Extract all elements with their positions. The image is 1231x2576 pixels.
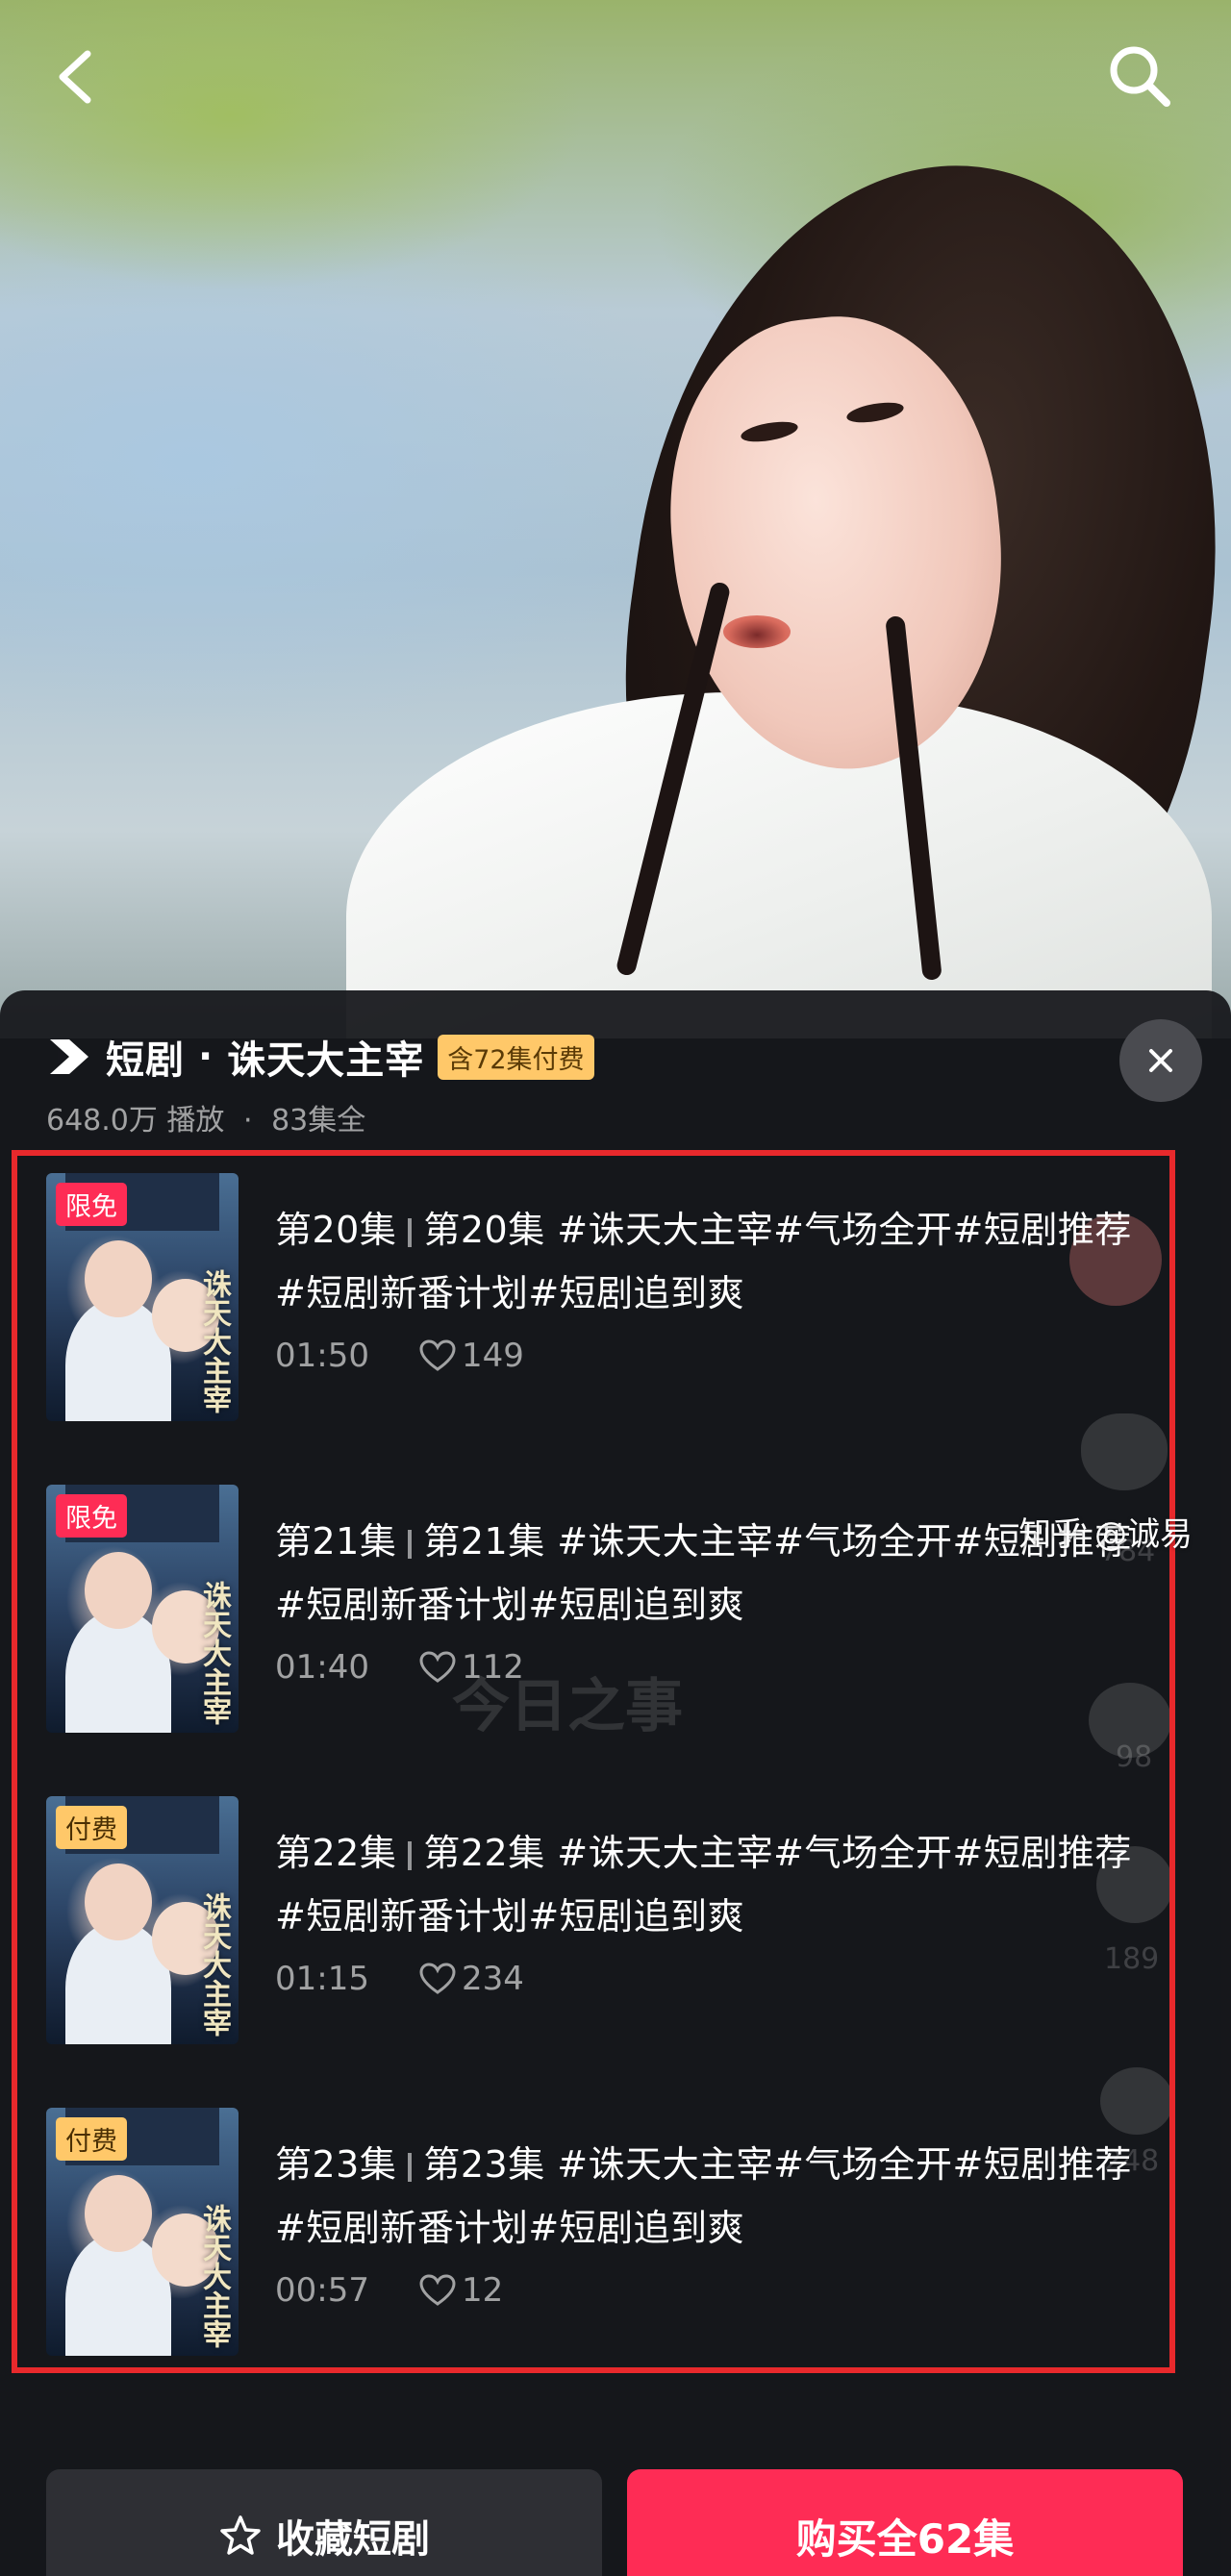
back-button[interactable] — [37, 38, 113, 115]
thumbnail-calligraphy: 诛天大主宰 — [197, 1581, 231, 1725]
star-icon — [220, 2515, 261, 2555]
episode-label: 第22集 — [275, 1832, 397, 1874]
episode-info: 第22集 第22集 #诛天大主宰#气场全开#短剧推荐#短剧新番计划#短剧追到爽 0… — [275, 1796, 1162, 2108]
series-title[interactable]: 诛天大主宰 — [227, 1029, 424, 1085]
thumbnail-figure — [85, 1240, 152, 1317]
episode-label: 第23集 — [275, 2143, 397, 2186]
brand-label: 短剧 — [106, 1038, 185, 1083]
free-badge: 限免 — [56, 1183, 127, 1226]
app-screen: 784 98 189 248 今日之事 短剧 · 诛天大主宰 含72集付费 64… — [0, 0, 1231, 2576]
search-icon — [1110, 46, 1170, 107]
episode-label: 第21集 — [275, 1520, 397, 1563]
episode-info: 第20集 第20集 #诛天大主宰#气场全开#短剧推荐#短剧新番计划#短剧追到爽 0… — [275, 1173, 1162, 1485]
episode-title-text: 第23集 #诛天大主宰#气场全开#短剧推荐#短剧新番计划#短剧追到爽 — [275, 2143, 1132, 2249]
episode-list: 诛天大主宰 限免 第20集 第20集 #诛天大主宰#气场全开#短剧推荐#短剧新番计… — [46, 1173, 1162, 2419]
thumbnail-figure — [85, 1552, 152, 1629]
paid-episodes-badge: 含72集付费 — [438, 1034, 594, 1080]
paid-badge: 付费 — [56, 2117, 127, 2161]
episode-stats: 01:15 234 — [275, 1960, 1162, 1998]
episode-title: 第22集 第22集 #诛天大主宰#气场全开#短剧推荐#短剧新番计划#短剧追到爽 — [275, 1821, 1162, 1948]
chevron-left-icon — [59, 50, 91, 104]
episode-duration: 01:50 — [275, 1337, 369, 1375]
episode-thumbnail: 诛天大主宰 限免 — [46, 1485, 239, 1733]
episode-thumbnail: 诛天大主宰 限免 — [46, 1173, 239, 1421]
episode-thumbnail: 诛天大主宰 付费 — [46, 1796, 239, 2044]
episode-duration: 01:40 — [275, 1648, 369, 1687]
favorite-label: 收藏短剧 — [276, 2517, 430, 2562]
title-divider — [408, 2152, 413, 2182]
like-count: 234 — [462, 1960, 524, 1998]
episode-likes: 112 — [419, 1648, 524, 1687]
paid-badge: 付费 — [56, 1806, 127, 1849]
episode-likes: 149 — [419, 1337, 524, 1375]
play-count: 648.0万 播放 — [46, 1104, 225, 1138]
episode-title-text: 第22集 #诛天大主宰#气场全开#短剧推荐#短剧新番计划#短剧追到爽 — [275, 1832, 1132, 1938]
like-count: 12 — [462, 2271, 504, 2310]
series-meta: 648.0万 播放 · 83集全 — [46, 1096, 1185, 1138]
episode-duration: 00:57 — [275, 2271, 369, 2310]
thumbnail-calligraphy: 诛天大主宰 — [197, 1269, 231, 1413]
episode-title: 第23集 第23集 #诛天大主宰#气场全开#短剧推荐#短剧新番计划#短剧追到爽 — [275, 2133, 1162, 2260]
heart-icon — [419, 2274, 456, 2306]
thumbnail-calligraphy: 诛天大主宰 — [197, 1892, 231, 2037]
episode-likes: 234 — [419, 1960, 524, 1998]
short-drama-logo-icon — [50, 1039, 88, 1074]
heart-icon — [419, 1651, 456, 1683]
search-button[interactable] — [1102, 38, 1179, 115]
sheet-footer: 收藏短剧 购买全62集 — [0, 2438, 1231, 2576]
heart-icon — [419, 1963, 456, 1994]
episode-item[interactable]: 诛天大主宰 限免 第21集 第21集 #诛天大主宰#气场全开#短剧推荐#短剧新番计… — [46, 1485, 1162, 1796]
like-count: 112 — [462, 1648, 524, 1687]
heart-icon — [419, 1339, 456, 1371]
close-icon — [1149, 1049, 1172, 1072]
title-separator: · — [198, 1035, 214, 1079]
free-badge: 限免 — [56, 1494, 127, 1538]
episode-item[interactable]: 诛天大主宰 限免 第20集 第20集 #诛天大主宰#气场全开#短剧推荐#短剧新番计… — [46, 1173, 1162, 1485]
thumbnail-calligraphy: 诛天大主宰 — [197, 2204, 231, 2348]
episode-stats: 01:40 112 — [275, 1648, 1162, 1687]
episode-info: 第23集 第23集 #诛天大主宰#气场全开#短剧推荐#短剧新番计划#短剧追到爽 0… — [275, 2108, 1162, 2419]
video-player[interactable] — [0, 0, 1231, 1038]
episode-title-text: 第20集 #诛天大主宰#气场全开#短剧推荐#短剧新番计划#短剧追到爽 — [275, 1209, 1132, 1314]
episode-total: 83集全 — [271, 1104, 366, 1138]
episode-item[interactable]: 诛天大主宰 付费 第22集 第22集 #诛天大主宰#气场全开#短剧推荐#短剧新番计… — [46, 1796, 1162, 2108]
close-sheet-button[interactable] — [1119, 1019, 1202, 1102]
thumbnail-figure — [85, 1863, 152, 1940]
episode-thumbnail: 诛天大主宰 付费 — [46, 2108, 239, 2356]
like-count: 149 — [462, 1337, 524, 1375]
title-row: 短剧 · 诛天大主宰 含72集付费 — [46, 1025, 1185, 1088]
episode-likes: 12 — [419, 2271, 503, 2310]
title-divider — [408, 1529, 413, 1559]
thumbnail-figure — [85, 2175, 152, 2252]
episode-item[interactable]: 诛天大主宰 付费 第23集 第23集 #诛天大主宰#气场全开#短剧推荐#短剧新番计… — [46, 2108, 1162, 2419]
meta-separator: · — [242, 1104, 253, 1138]
buy-label: 购买全62集 — [795, 2514, 1015, 2563]
episode-duration: 01:15 — [275, 1960, 369, 1998]
episode-title-text: 第21集 #诛天大主宰#气场全开#短剧推荐#短剧新番计划#短剧追到爽 — [275, 1520, 1132, 1626]
episode-title: 第20集 第20集 #诛天大主宰#气场全开#短剧推荐#短剧新番计划#短剧追到爽 — [275, 1198, 1162, 1325]
title-divider — [408, 1840, 413, 1870]
video-figure-lips — [723, 615, 791, 648]
watermark: 知乎 @诚易 — [1018, 1515, 1193, 1554]
episode-label: 第20集 — [275, 1209, 397, 1251]
episode-stats: 00:57 12 — [275, 2271, 1162, 2310]
title-divider — [408, 1217, 413, 1247]
favorite-series-button[interactable]: 收藏短剧 — [46, 2469, 602, 2576]
sheet-header: 短剧 · 诛天大主宰 含72集付费 648.0万 播放 · 83集全 — [46, 1025, 1185, 1150]
episode-stats: 01:50 149 — [275, 1337, 1162, 1375]
buy-all-episodes-button[interactable]: 购买全62集 — [627, 2469, 1183, 2576]
episode-sheet: 784 98 189 248 今日之事 短剧 · 诛天大主宰 含72集付费 64… — [0, 990, 1231, 2576]
